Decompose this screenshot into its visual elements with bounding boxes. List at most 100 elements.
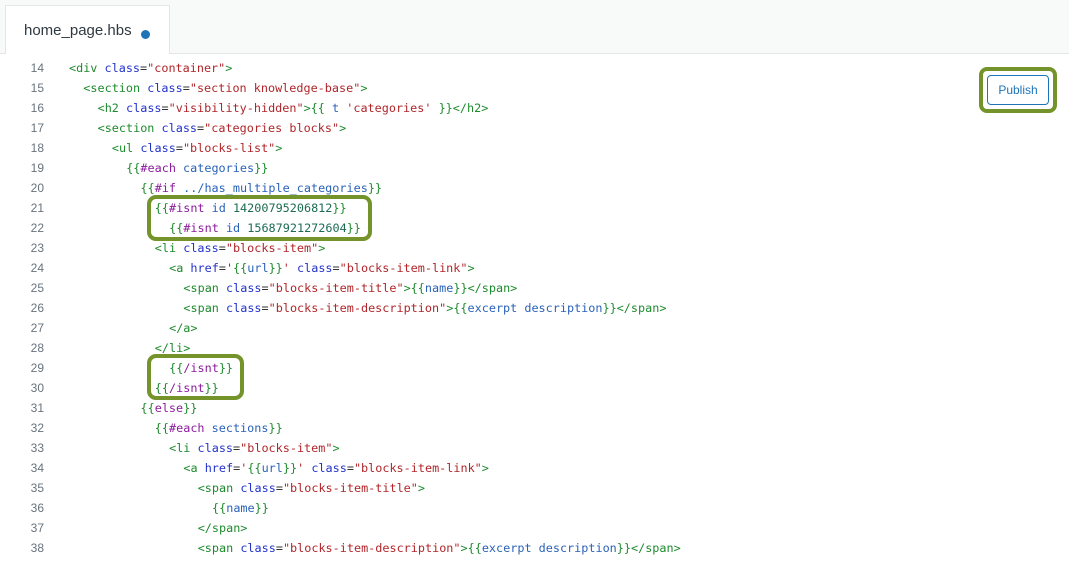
code-token: = [218,241,226,255]
code-token: <ul [111,141,141,155]
line-number: 20 [30,181,44,195]
line-number: 23 [30,241,44,255]
code-token: excerpt description [467,301,603,315]
code-token: = [275,481,283,495]
code-token: class [147,81,183,95]
code-token: {{ [212,501,227,515]
code-token: class [311,461,347,475]
code-token: href [204,461,234,475]
code-token: = [175,141,183,155]
code-token: class [226,301,262,315]
code-text: {{name}} [212,498,269,518]
code-token: "blocks-item-link" [353,461,482,475]
code-text: <div class="container"> [69,58,232,78]
line-number: 38 [30,541,44,555]
code-line: 15 <section class="section knowledge-base… [0,78,1069,98]
code-editor[interactable]: 14 <div class="container"> 15 <section clas… [0,58,1069,558]
code-token: ' [297,461,312,475]
code-token: > [225,61,233,75]
line-number: 37 [30,521,44,535]
code-token: > [460,541,468,555]
code-line: 16 <h2 class="visibility-hidden">{{ t 'ca… [0,98,1069,118]
code-text: </span> [198,518,248,538]
code-token: }} [453,281,468,295]
code-text: <span class="blocks-item-title"> [198,478,425,498]
line-number: 35 [30,481,44,495]
code-token: </span> [197,521,248,535]
publish-button[interactable]: Publish [987,75,1049,105]
line-number: 18 [30,141,44,155]
code-token: <section [97,121,162,135]
line-number: 24 [30,261,44,275]
code-token: }} [431,101,453,115]
line-number: 28 [30,341,44,355]
code-token: else [154,401,184,415]
code-token: class [240,481,276,495]
code-token: class [183,241,219,255]
code-token: "blocks-item" [240,441,333,455]
code-token: {{ [310,101,333,115]
code-token: <li [169,441,198,455]
code-line: 26 <span class="blocks-item-description">… [0,298,1069,318]
code-token: excerpt description [481,541,617,555]
code-token: > [467,261,475,275]
code-token: name [424,281,454,295]
code-token: {{ [467,541,482,555]
code-token: }} [367,181,383,195]
code-token: }} [616,541,631,555]
code-token: "blocks-list" [182,141,276,155]
code-token: sections [211,421,269,435]
code-line: 32 {{#each sections}} [0,418,1069,438]
code-token: t [332,101,347,115]
code-token: = [261,301,269,315]
code-token: class [226,281,262,295]
code-token: <span [197,541,241,555]
line-number: 16 [30,101,44,115]
code-line: 31 {{else}} [0,398,1069,418]
highlight-box-isnt-close [147,354,244,400]
code-token: <span [197,481,241,495]
code-token: = [346,461,354,475]
code-line: 37 </span> [0,518,1069,538]
code-token: }} [183,401,198,415]
code-token: > [318,241,326,255]
code-token: {{ [453,301,468,315]
tab-bar: home_page.hbs [0,0,1069,54]
highlight-box-isnt-open [147,195,372,241]
code-token: </span> [467,281,518,295]
code-token: = [275,541,283,555]
code-line: 14 <div class="container"> [0,58,1069,78]
code-token: class [297,261,333,275]
code-token: ' [282,261,298,275]
code-token: "container" [147,61,226,75]
code-token: {{ [154,421,170,435]
line-number: 31 [30,401,44,415]
code-token: }} [282,461,298,475]
code-token: class [240,541,276,555]
code-line: 23 <li class="blocks-item"> [0,238,1069,258]
code-text: {{else}} [141,398,198,418]
code-line: 27 </a> [0,318,1069,338]
code-token: }} [268,261,283,275]
code-text: <section class="categories blocks"> [98,118,347,138]
code-token: > [481,461,489,475]
code-token: #each [169,421,212,435]
code-token: ../has_multiple_categories [183,181,368,195]
unsaved-dot-icon [141,30,150,39]
tab-home-page-hbs[interactable]: home_page.hbs [5,5,170,54]
code-token: {{ [233,261,248,275]
code-text: {{#each sections}} [155,418,283,438]
code-token: 'categories' [346,101,432,115]
code-token: "blocks-item-title" [268,281,404,295]
code-token: = [261,281,269,295]
code-token: </a> [169,321,198,335]
code-token: = [182,81,190,95]
code-text: </a> [169,318,197,338]
code-token: <a [169,261,191,275]
tab-label: home_page.hbs [24,22,132,39]
code-token: > [332,441,340,455]
code-token: > [403,281,411,295]
code-line: 33 <li class="blocks-item"> [0,438,1069,458]
code-line: 25 <span class="blocks-item-title">{{name… [0,278,1069,298]
code-token: }} [268,421,283,435]
